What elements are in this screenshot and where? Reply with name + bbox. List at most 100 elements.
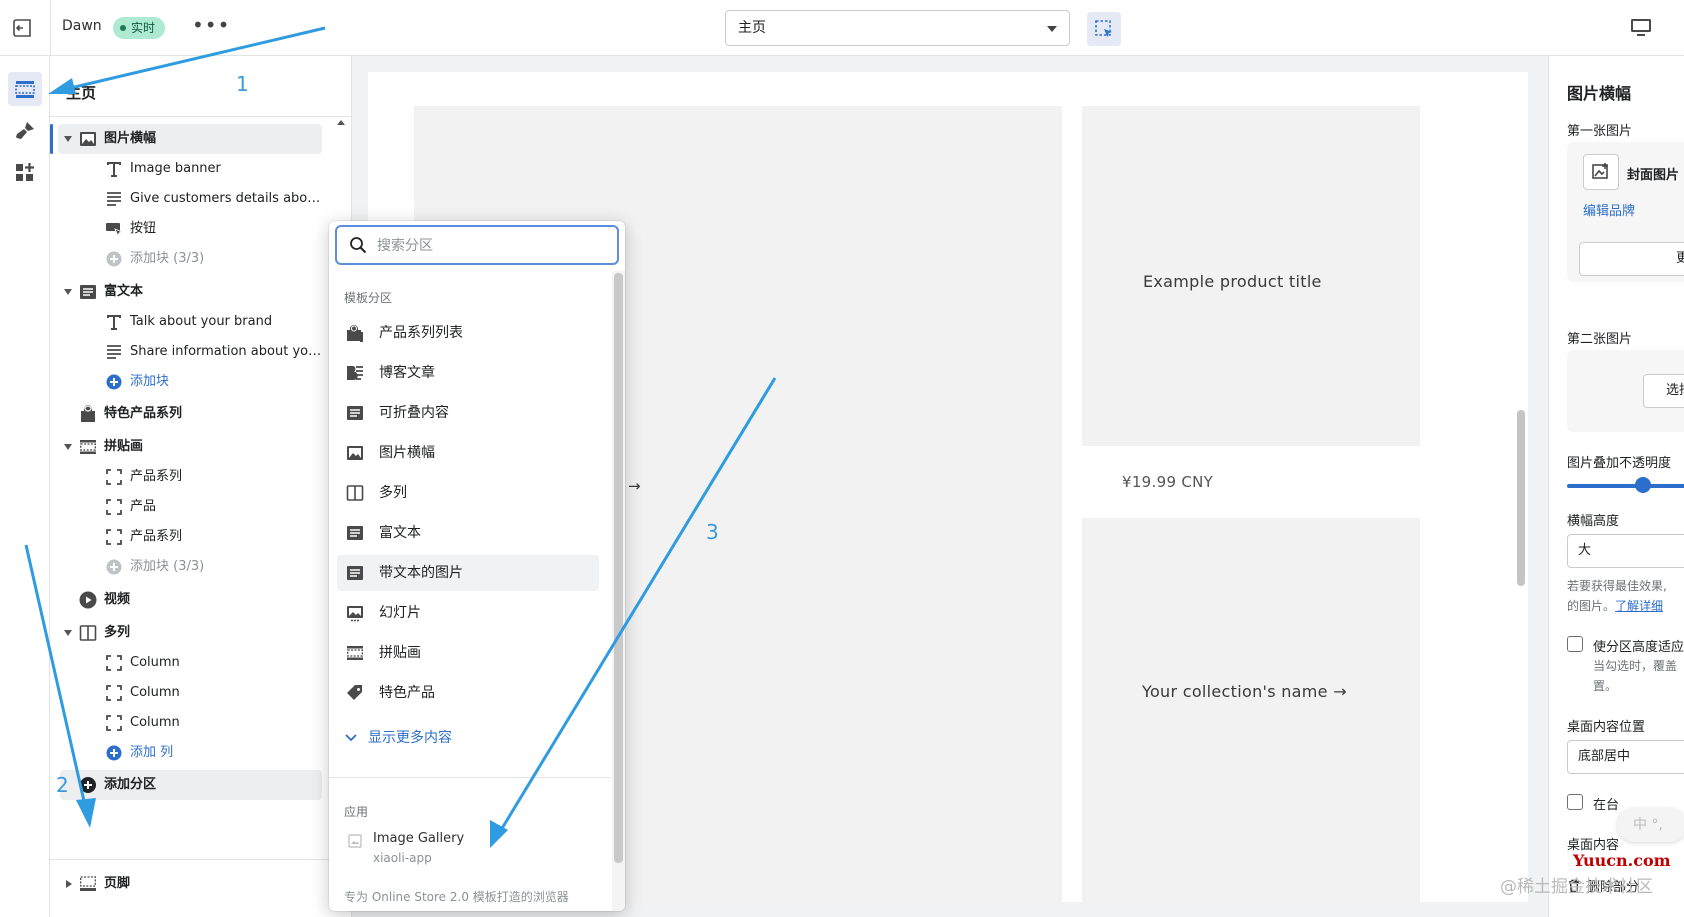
columns-icon — [79, 625, 97, 641]
scrollbar-thumb[interactable] — [614, 273, 623, 863]
option-label: 多列 — [379, 485, 407, 501]
option-collapsible-content[interactable]: 可折叠内容 — [337, 395, 599, 431]
add-block-label: 添加块 (3/3) — [130, 559, 205, 574]
section-search-input[interactable] — [375, 235, 605, 257]
exit-icon[interactable] — [10, 16, 34, 40]
desktop-position-value: 底部居中 — [1578, 749, 1631, 764]
page-selector[interactable]: 主页 — [725, 10, 1070, 46]
tag-icon — [347, 685, 362, 700]
image-with-text-icon — [347, 566, 363, 580]
collection-tile[interactable] — [1082, 518, 1420, 902]
image-thumbnail[interactable] — [1583, 154, 1619, 190]
placeholder-frame-icon — [106, 685, 122, 701]
image-placeholder-icon — [1592, 163, 1608, 179]
add-section-popover: 模板分区 产品系列列表 博客文章 可折叠内容 图片横幅 多列 富文本 带文本的图… — [329, 221, 625, 911]
product-title[interactable]: Example product title — [1143, 272, 1322, 291]
inspector-toggle-button[interactable] — [1087, 12, 1121, 46]
apps-rail-button[interactable] — [8, 156, 42, 190]
section-label: 特色产品系列 — [104, 406, 183, 421]
more-actions-button[interactable]: ••• — [192, 13, 230, 37]
chevron-down-icon — [1047, 26, 1057, 32]
scroll-up-icon — [337, 120, 345, 125]
option-image-with-text[interactable]: 带文本的图片 — [337, 555, 599, 591]
desktop-position-label: 桌面内容位置 — [1567, 720, 1646, 735]
first-image-card: 封面图片 编辑品牌 更 — [1567, 142, 1684, 282]
section-label: 富文本 — [104, 284, 144, 299]
option-label: 幻灯片 — [379, 605, 421, 621]
collection-name-link[interactable]: Your collection's name → — [1142, 682, 1347, 701]
placeholder-frame-icon — [106, 655, 122, 671]
collection-name: Your collection's name — [1142, 682, 1328, 701]
arrow-right-icon[interactable]: → — [628, 477, 641, 495]
theme-settings-rail-button[interactable] — [8, 114, 42, 148]
banner-height-select[interactable]: 大 — [1567, 534, 1684, 568]
step-3-number: 3 — [706, 520, 719, 544]
popover-footer-note: 专为 Online Store 2.0 模板打造的浏览器 — [344, 890, 569, 904]
section-featured-collection[interactable]: 特色产品系列 — [58, 399, 322, 429]
second-image-label: 第二张图片 — [1567, 332, 1633, 347]
caret-down-icon — [64, 136, 72, 142]
block-label: Give customers details abo… — [130, 191, 321, 206]
add-section-button[interactable]: 添加分区 — [60, 770, 322, 800]
footer-icon — [80, 876, 96, 891]
option-image-banner[interactable]: 图片横幅 — [337, 435, 599, 471]
option-collection-list[interactable]: 产品系列列表 — [337, 315, 599, 351]
overlay-opacity-slider[interactable] — [1567, 484, 1684, 488]
image-icon — [80, 132, 96, 146]
live-status-badge: 实时 — [113, 17, 166, 39]
option-label: 产品系列列表 — [379, 325, 463, 341]
block-label: Share information about yo… — [130, 344, 322, 359]
scrollbar-thumb[interactable] — [1517, 410, 1525, 586]
preview-scrollbar[interactable] — [1515, 72, 1527, 902]
slider-handle[interactable] — [1635, 477, 1651, 493]
adapt-help-line: 当勾选时，覆盖 — [1593, 659, 1678, 673]
adapt-height-checkbox[interactable] — [1567, 636, 1583, 652]
change-image-button[interactable]: 更 — [1579, 242, 1684, 276]
desktop-preview-icon[interactable] — [1628, 16, 1654, 40]
section-rich-text[interactable]: 富文本 — [58, 277, 322, 307]
sections-rail-button[interactable] — [8, 72, 42, 106]
collage-icon — [80, 440, 96, 454]
option-featured-product[interactable]: 特色产品 — [337, 675, 599, 711]
option-multicolumn[interactable]: 多列 — [337, 475, 599, 511]
block-label: 产品系列 — [130, 469, 183, 484]
show-more-label: 显示更多内容 — [368, 730, 452, 746]
option-label: 可折叠内容 — [379, 405, 449, 421]
placeholder-frame-icon — [106, 529, 122, 545]
plus-circle-icon — [106, 251, 122, 267]
plus-circle-icon — [106, 374, 122, 390]
plus-circle-icon — [80, 777, 96, 793]
step-1-number: 1 — [236, 72, 249, 96]
option-label: 拼贴画 — [379, 645, 421, 661]
learn-more-link[interactable]: 了解详细 — [1615, 599, 1663, 613]
show-container-checkbox[interactable] — [1567, 794, 1583, 810]
collection-list-icon — [347, 325, 363, 342]
section-search-box[interactable] — [335, 225, 619, 265]
popover-scrollbar[interactable] — [612, 271, 625, 911]
section-video[interactable]: 视频 — [58, 585, 322, 615]
banner-height-value: 大 — [1578, 543, 1592, 558]
button-icon — [106, 223, 124, 238]
option-rich-text[interactable]: 富文本 — [337, 515, 599, 551]
section-footer[interactable]: 页脚 — [58, 869, 322, 899]
block-label: Column — [130, 715, 180, 730]
ime-indicator: 中 °, — [1617, 808, 1684, 842]
edit-brand-link[interactable]: 编辑品牌 — [1583, 200, 1635, 219]
option-collage[interactable]: 拼贴画 — [337, 635, 599, 671]
adapt-height-label: 使分区高度适应 — [1593, 640, 1684, 655]
select-image-button[interactable]: 选择 — [1643, 374, 1684, 408]
option-blog-posts[interactable]: 博客文章 — [337, 355, 599, 391]
show-more-button[interactable]: 显示更多内容 — [344, 727, 452, 747]
app-icon — [348, 834, 362, 848]
option-slideshow[interactable]: 幻灯片 — [337, 595, 599, 631]
section-multicolumn[interactable]: 多列 — [58, 618, 322, 648]
divider — [50, 859, 352, 860]
desktop-position-select[interactable]: 底部居中 — [1567, 740, 1684, 774]
section-image-banner[interactable]: 图片横幅 — [50, 124, 322, 154]
height-help-line: 的图片。 — [1567, 599, 1616, 613]
sections-sidebar: 主页 图片横幅 Image banner Give customers deta… — [50, 56, 352, 917]
section-label: 图片横幅 — [104, 131, 157, 146]
section-label: 页脚 — [104, 876, 131, 891]
section-collage[interactable]: 拼贴画 — [58, 432, 322, 462]
height-help-text: 若要获得最佳效果, — [1567, 579, 1667, 593]
